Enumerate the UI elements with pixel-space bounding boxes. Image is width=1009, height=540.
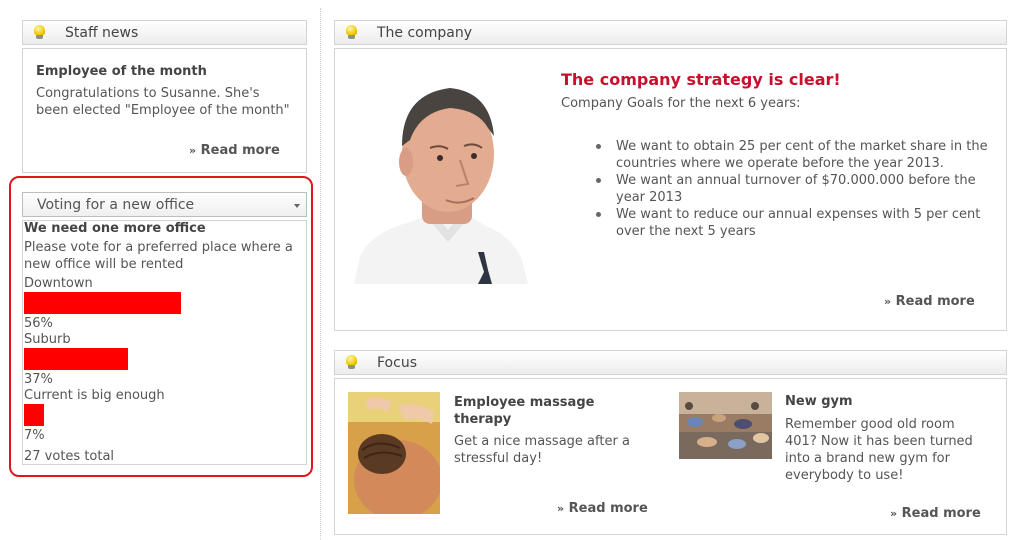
focus-title: Focus — [377, 355, 417, 371]
poll-option-label: Current is big enough — [24, 388, 165, 403]
staff-news-header: Staff news — [22, 20, 307, 45]
staff-news-text: Congratulations to Susanne. She's been e… — [36, 86, 290, 118]
poll-question: We need one more office — [24, 221, 206, 236]
focus-header: Focus — [334, 350, 1007, 375]
poll-option-percent: 37% — [24, 372, 53, 387]
gym-read-more[interactable]: » Read more — [890, 506, 981, 521]
poll-selector-dropdown[interactable]: Voting for a new office — [22, 192, 307, 217]
list-item: We want to obtain 25 per cent of the mar… — [596, 138, 996, 172]
poll-option-label: Suburb — [24, 332, 71, 347]
company-title: The company — [377, 25, 473, 41]
company-subtitle: Company Goals for the next 6 years: — [561, 96, 801, 111]
company-goals-list: We want to obtain 25 per cent of the mar… — [596, 138, 996, 240]
poll-result-bar — [24, 292, 181, 314]
massage-read-more[interactable]: » Read more — [557, 501, 648, 516]
focus-item-text: Get a nice massage after a stressful day… — [454, 434, 630, 466]
list-item: We want to reduce our annual expenses wi… — [596, 206, 996, 240]
staff-news-headline: Employee of the month — [36, 64, 207, 79]
lightbulb-icon — [34, 25, 45, 39]
poll-result-bar — [24, 404, 44, 426]
focus-item-title: Employee massage therapy — [454, 395, 595, 427]
focus-item-text: Remember good old room 401? Now it has b… — [785, 417, 973, 483]
double-chevron-right-icon: » — [884, 295, 892, 308]
poll-prompt: Please vote for a preferred place where … — [24, 240, 293, 272]
double-chevron-right-icon: » — [189, 144, 197, 157]
column-divider — [320, 8, 321, 540]
poll-option-percent: 7% — [24, 428, 45, 443]
staff-news-title: Staff news — [65, 25, 139, 41]
gym-image — [679, 392, 772, 459]
lightbulb-icon — [346, 355, 357, 369]
poll-total-votes: 27 votes total — [24, 449, 115, 464]
poll-option-label: Downtown — [24, 276, 93, 291]
massage-image — [348, 392, 440, 514]
staff-news-read-more[interactable]: » Read more — [189, 143, 280, 158]
company-headline: The company strategy is clear! — [561, 70, 841, 89]
list-item: We want an annual turnover of $70.000.00… — [596, 172, 996, 206]
focus-item-title: New gym — [785, 394, 853, 409]
double-chevron-right-icon: » — [557, 502, 565, 515]
double-chevron-right-icon: » — [890, 507, 898, 520]
company-portrait-image — [354, 88, 528, 284]
lightbulb-icon — [346, 25, 357, 39]
company-read-more[interactable]: » Read more — [884, 294, 975, 309]
poll-option-percent: 56% — [24, 316, 53, 331]
poll-selected-value: Voting for a new office — [37, 197, 195, 213]
chevron-down-icon — [294, 204, 300, 208]
company-header: The company — [334, 20, 1007, 45]
poll-result-bar — [24, 348, 128, 370]
